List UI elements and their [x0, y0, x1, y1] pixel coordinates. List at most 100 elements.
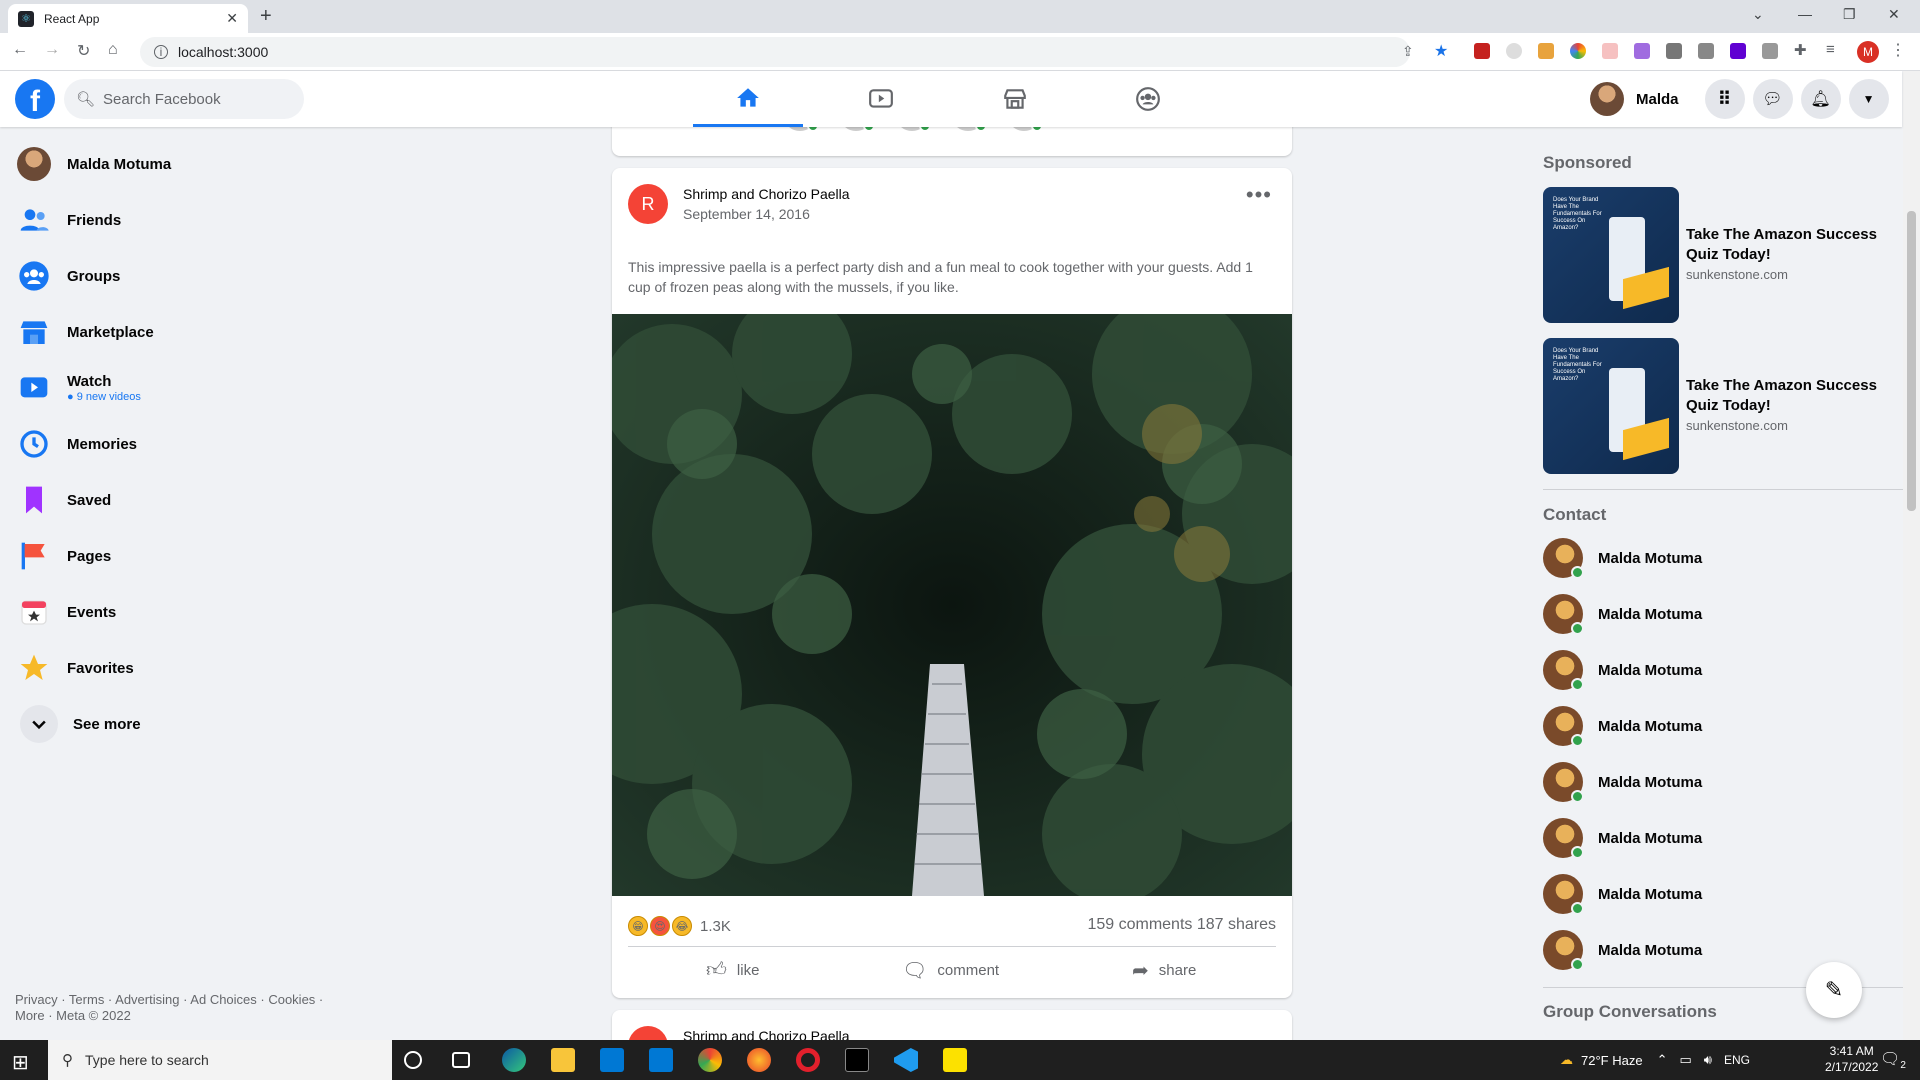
notification-center-icon[interactable]: 🗨︎2	[1880, 1049, 1906, 1071]
site-info-icon[interactable]: i	[154, 45, 168, 59]
contact-item[interactable]: Malda Motuma	[1543, 704, 1702, 748]
mail-icon[interactable]	[649, 1048, 673, 1072]
task-view-icon[interactable]	[452, 1052, 470, 1068]
extension-icon[interactable]	[1730, 43, 1746, 59]
post-title[interactable]: Shrimp and Chorizo Paella	[683, 186, 850, 202]
contact-item[interactable]: Malda Motuma	[1543, 872, 1702, 916]
back-icon[interactable]: ←	[12, 41, 28, 59]
store-icon[interactable]	[600, 1048, 624, 1072]
vscode-icon[interactable]	[894, 1048, 918, 1072]
messenger-button[interactable]: 💬︎	[1752, 79, 1793, 119]
tab-marketplace[interactable]	[960, 71, 1070, 127]
bookmark-star-icon[interactable]: ★	[1434, 41, 1450, 60]
terminal-icon[interactable]	[845, 1048, 869, 1072]
tab-watch[interactable]	[826, 71, 936, 127]
sidebar-item-see-more[interactable]: See more	[20, 704, 141, 744]
address-bar[interactable]: i localhost:3000	[140, 37, 1410, 67]
new-tab-button[interactable]: +	[260, 5, 272, 28]
sidebar-footer-links[interactable]: Privacy · Terms · Advertising · Ad Choic…	[15, 992, 335, 1024]
opera-icon[interactable]	[796, 1048, 820, 1072]
minimize-button[interactable]: —	[1798, 6, 1812, 22]
reload-icon[interactable]: ↻	[77, 41, 90, 61]
extension-icon[interactable]	[1506, 43, 1522, 59]
browser-tab[interactable]: ⚛ React App ✕	[8, 4, 248, 33]
edge-icon[interactable]	[502, 1048, 526, 1072]
contact-item[interactable]: Malda Motuma	[1543, 592, 1702, 636]
extension-icon[interactable]	[1570, 43, 1586, 59]
volume-icon[interactable]: 🔊︎	[1704, 1052, 1712, 1068]
reaction-summary[interactable]: 😁︎ 😍︎ 😂︎ 1.3K	[628, 916, 731, 936]
extension-icon[interactable]	[1762, 43, 1778, 59]
profile-avatar[interactable]: M	[1857, 41, 1879, 63]
sidebar-item-marketplace[interactable]: Marketplace	[16, 312, 154, 352]
sidebar-item-groups[interactable]: Groups	[16, 256, 120, 296]
post-image[interactable]	[612, 314, 1292, 896]
menu-kebab-icon[interactable]: ⋮	[1890, 40, 1906, 59]
reading-list-icon[interactable]: ≡	[1826, 41, 1842, 58]
file-explorer-icon[interactable]	[551, 1048, 575, 1072]
extension-icon[interactable]	[1602, 43, 1618, 59]
comment-button[interactable]: 🗨︎ comment	[902, 958, 999, 983]
extension-icon[interactable]	[1666, 43, 1682, 59]
notifications-button[interactable]: 🔔︎	[1800, 79, 1841, 119]
close-tab-icon[interactable]: ✕	[226, 10, 238, 27]
language-indicator[interactable]: ENG	[1724, 1053, 1750, 1067]
header-user-name[interactable]: Malda	[1636, 91, 1679, 108]
sidebar-item-memories[interactable]: Memories	[16, 424, 137, 464]
avatar[interactable]	[1590, 82, 1624, 116]
scrollbar-thumb[interactable]	[1907, 211, 1916, 511]
restore-button[interactable]: ❐	[1843, 6, 1856, 23]
avatar	[1543, 762, 1584, 803]
contact-item[interactable]: Malda Motuma	[1543, 928, 1702, 972]
share-icon[interactable]: ⇪	[1402, 43, 1418, 59]
account-menu-button[interactable]: ▼	[1848, 79, 1889, 119]
forward-icon[interactable]: →	[44, 41, 60, 59]
puzzle-icon[interactable]: ✚	[1794, 41, 1810, 59]
contact-item[interactable]: Malda Motuma	[1543, 536, 1702, 580]
like-button[interactable]: 👍︎ like	[706, 958, 759, 982]
tab-search-icon[interactable]: ⌄	[1752, 6, 1764, 23]
sidebar-item-profile[interactable]: Malda Motuma	[16, 144, 171, 184]
firefox-icon[interactable]	[747, 1048, 771, 1072]
extension-icon[interactable]	[1474, 43, 1490, 59]
tab-home[interactable]	[693, 71, 803, 127]
sidebar-item-friends[interactable]: Friends	[16, 200, 121, 240]
contact-item[interactable]: Malda Motuma	[1543, 760, 1702, 804]
contact-item[interactable]: Malda Motuma	[1543, 648, 1702, 692]
extension-icon[interactable]	[1634, 43, 1650, 59]
menu-grid-button[interactable]: ⠿	[1704, 79, 1745, 119]
weather-text[interactable]: 72°F Haze	[1581, 1053, 1643, 1068]
sidebar-item-pages[interactable]: Pages	[16, 536, 111, 576]
facebook-logo-icon[interactable]: f	[15, 79, 55, 119]
taskbar-search-input[interactable]: ⚲ Type here to search	[48, 1040, 392, 1080]
sponsored-ad[interactable]: Does Your Brand Have The Fundamentals Fo…	[1543, 338, 1883, 474]
sidebar-item-watch[interactable]: Watch ● 9 new videos	[16, 368, 141, 408]
page-scrollbar[interactable]	[1903, 71, 1920, 1040]
share-button[interactable]: ➦ share	[1132, 958, 1196, 983]
new-message-button[interactable]: ✎	[1806, 962, 1862, 1018]
tab-groups[interactable]	[1093, 71, 1203, 127]
taskbar-clock[interactable]: 3:41 AM 2/17/2022	[1825, 1043, 1878, 1075]
close-window-button[interactable]: ✕	[1888, 6, 1900, 23]
windows-start-icon[interactable]: ⊞	[12, 1050, 29, 1075]
sticky-notes-icon[interactable]	[943, 1048, 967, 1072]
favorites-icon	[16, 650, 52, 686]
more-options-icon[interactable]: •••	[1246, 182, 1272, 208]
comment-share-counts[interactable]: 159 comments 187 shares	[1087, 916, 1276, 934]
post-author-avatar[interactable]: R	[628, 184, 668, 224]
home-icon[interactable]: ⌂	[108, 41, 118, 59]
contact-item[interactable]: Malda Motuma	[1543, 816, 1702, 860]
post-date[interactable]: September 14, 2016	[683, 206, 810, 222]
tray-chevron-icon[interactable]: ⌃	[1657, 1052, 1668, 1068]
search-input[interactable]: 🔍︎ Search Facebook	[64, 79, 304, 119]
sidebar-item-saved[interactable]: Saved	[16, 480, 111, 520]
cortana-icon[interactable]	[404, 1051, 422, 1069]
extension-icon[interactable]	[1698, 43, 1714, 59]
sidebar-item-favorites[interactable]: Favorites	[16, 648, 134, 688]
sponsored-ad[interactable]: Does Your Brand Have The Fundamentals Fo…	[1543, 187, 1883, 323]
chrome-icon[interactable]	[698, 1048, 722, 1072]
thumbs-up-icon: 👍︎	[706, 959, 727, 981]
sidebar-item-events[interactable]: Events	[16, 592, 116, 632]
network-icon[interactable]: ▭	[1679, 1052, 1691, 1068]
extension-icon[interactable]	[1538, 43, 1554, 59]
